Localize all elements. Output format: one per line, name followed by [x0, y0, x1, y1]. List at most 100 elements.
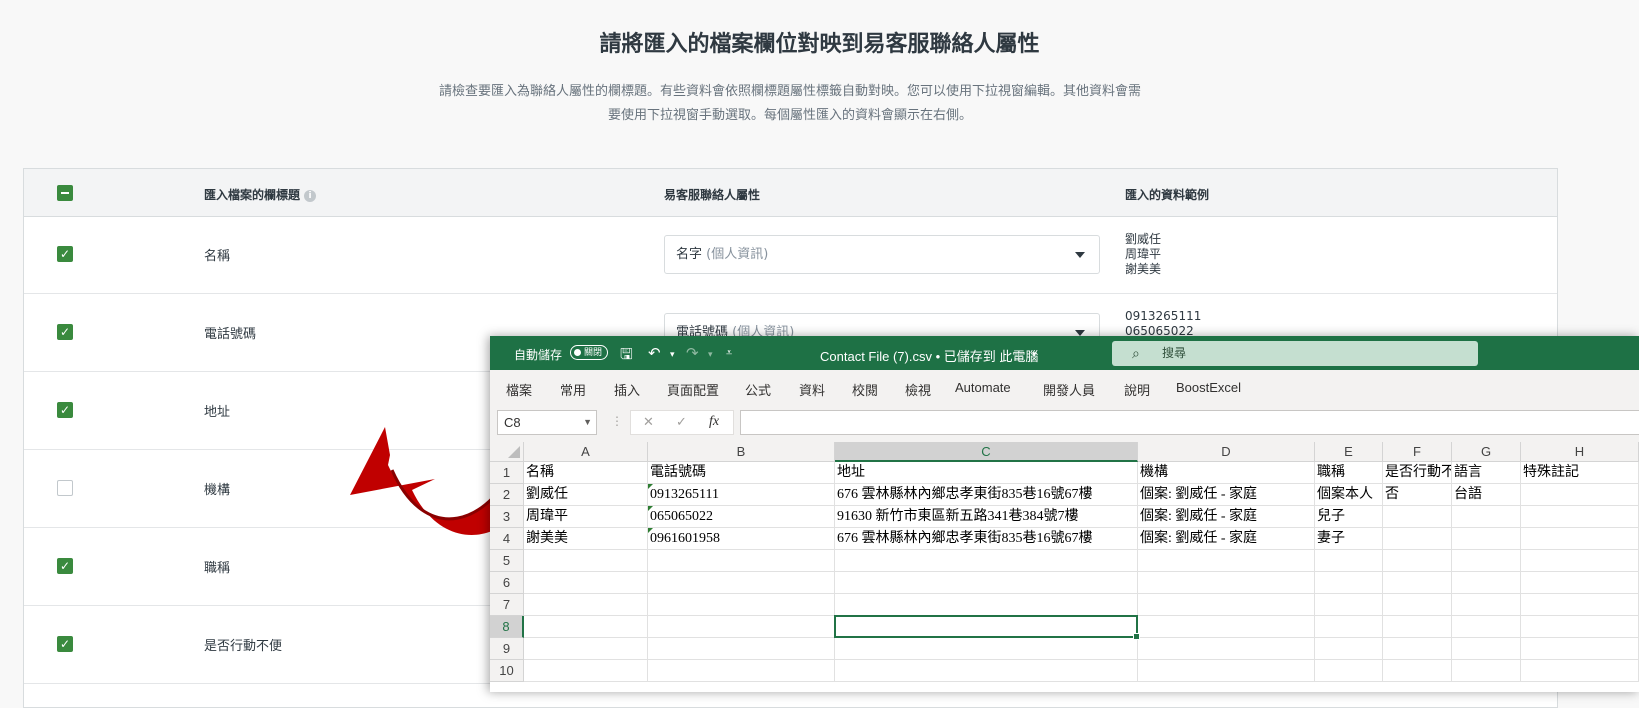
spreadsheet-cell[interactable] [1383, 506, 1452, 528]
spreadsheet-cell[interactable] [1383, 660, 1452, 682]
row-header[interactable]: 3 [490, 506, 524, 528]
spreadsheet-cell[interactable]: 065065022 [648, 506, 835, 528]
spreadsheet-cell[interactable]: 特殊註記 [1521, 462, 1639, 484]
cancel-icon[interactable]: ✕ [643, 414, 654, 430]
spreadsheet-cell[interactable] [1521, 484, 1639, 506]
spreadsheet-cell[interactable] [1138, 550, 1315, 572]
select-all-corner[interactable] [490, 442, 524, 462]
row-checkbox[interactable]: ✓ [57, 402, 73, 418]
spreadsheet-cell[interactable] [1452, 594, 1521, 616]
chevron-down-icon[interactable]: ▼ [583, 411, 592, 434]
tab-home[interactable]: 常用 [560, 380, 586, 399]
spreadsheet-cell[interactable]: 個案: 劉威任 - 家庭 [1138, 528, 1315, 550]
chevron-down-icon[interactable]: ▾ [1032, 349, 1037, 360]
spreadsheet-cell[interactable]: 地址 [835, 462, 1138, 484]
spreadsheet-cell[interactable]: 謝美美 [524, 528, 648, 550]
spreadsheet-cell[interactable] [524, 594, 648, 616]
row-header[interactable]: 10 [490, 660, 524, 682]
formula-input[interactable] [740, 410, 1639, 435]
spreadsheet-cell[interactable] [524, 660, 648, 682]
spreadsheet-cell[interactable]: 個案: 劉威任 - 家庭 [1138, 506, 1315, 528]
spreadsheet-cell[interactable] [1138, 572, 1315, 594]
spreadsheet-cell[interactable] [648, 594, 835, 616]
tab-file[interactable]: 檔案 [506, 380, 532, 399]
spreadsheet-cell[interactable] [1383, 550, 1452, 572]
insert-function-icon[interactable]: fx [709, 414, 719, 430]
attribute-select[interactable]: 名字 (個人資訊) [664, 235, 1100, 274]
spreadsheet-cell[interactable] [1521, 550, 1639, 572]
tab-developer[interactable]: 開發人員 [1043, 380, 1095, 399]
spreadsheet-cell[interactable] [835, 660, 1138, 682]
spreadsheet-cell[interactable]: 0961601958 [648, 528, 835, 550]
row-checkbox[interactable]: ✓ [57, 246, 73, 262]
spreadsheet-cell[interactable] [1315, 594, 1383, 616]
spreadsheet-cell[interactable] [1521, 572, 1639, 594]
column-header-d[interactable]: D [1138, 442, 1315, 462]
chevron-down-icon[interactable]: ▾ [670, 349, 675, 360]
spreadsheet-cell[interactable]: 機構 [1138, 462, 1315, 484]
row-header[interactable]: 6 [490, 572, 524, 594]
spreadsheet-cell[interactable] [1138, 660, 1315, 682]
column-header-e[interactable]: E [1315, 442, 1383, 462]
spreadsheet-cell[interactable] [1521, 506, 1639, 528]
row-header[interactable]: 9 [490, 638, 524, 660]
spreadsheet-cell[interactable] [524, 638, 648, 660]
spreadsheet-cell[interactable] [835, 638, 1138, 660]
spreadsheet-cell[interactable]: 電話號碼 [648, 462, 835, 484]
row-header[interactable]: 4 [490, 528, 524, 550]
spreadsheet-cell[interactable] [1315, 550, 1383, 572]
column-header-f[interactable]: F [1383, 442, 1452, 462]
spreadsheet-cell[interactable] [1521, 616, 1639, 638]
spreadsheet-cell[interactable] [648, 616, 835, 638]
spreadsheet-cell[interactable] [1452, 660, 1521, 682]
info-icon[interactable]: i [304, 190, 317, 202]
spreadsheet-cell[interactable] [835, 572, 1138, 594]
spreadsheet-cell[interactable]: 語言 [1452, 462, 1521, 484]
row-header[interactable]: 1 [490, 462, 524, 484]
spreadsheet-cell[interactable] [1521, 528, 1639, 550]
row-checkbox[interactable]: ✓ [57, 324, 73, 340]
spreadsheet-cell[interactable]: 是否行動不便 [1383, 462, 1452, 484]
spreadsheet-cell[interactable] [1383, 594, 1452, 616]
spreadsheet-cell[interactable] [648, 660, 835, 682]
tab-data[interactable]: 資料 [799, 380, 825, 399]
spreadsheet-cell[interactable] [1315, 660, 1383, 682]
column-header-g[interactable]: G [1452, 442, 1521, 462]
file-title[interactable]: Contact File (7).csv • 已儲存到 此電腦 [820, 346, 1038, 365]
spreadsheet-cell[interactable] [1138, 616, 1315, 638]
spreadsheet-cell[interactable] [1383, 572, 1452, 594]
tab-help[interactable]: 說明 [1124, 380, 1150, 399]
spreadsheet-cell[interactable]: 周瑋平 [524, 506, 648, 528]
spreadsheet-cell[interactable] [835, 550, 1138, 572]
chevron-down-icon[interactable]: ▾ [708, 349, 713, 360]
spreadsheet-cell[interactable] [1138, 594, 1315, 616]
spreadsheet-cell[interactable] [1521, 638, 1639, 660]
spreadsheet-cell[interactable] [1521, 594, 1639, 616]
save-icon[interactable]: 🖫 [620, 344, 633, 369]
spreadsheet-cell[interactable] [1452, 506, 1521, 528]
spreadsheet-cell[interactable] [1521, 660, 1639, 682]
spreadsheet-cell[interactable]: 0913265111 [648, 484, 835, 506]
spreadsheet-cell[interactable] [1452, 550, 1521, 572]
select-all-checkbox[interactable] [57, 185, 73, 201]
spreadsheet-cell[interactable]: 個案: 劉威任 - 家庭 [1138, 484, 1315, 506]
spreadsheet-cell[interactable] [1452, 528, 1521, 550]
more-icon[interactable]: ⋮ [611, 414, 623, 428]
search-input[interactable]: ⌕ 搜尋 [1112, 341, 1478, 366]
row-header[interactable]: 5 [490, 550, 524, 572]
confirm-icon[interactable]: ✓ [676, 414, 687, 430]
spreadsheet-cell[interactable]: 職稱 [1315, 462, 1383, 484]
spreadsheet-cell[interactable] [835, 594, 1138, 616]
spreadsheet-cell[interactable] [648, 638, 835, 660]
name-box[interactable]: C8 ▼ [497, 410, 597, 435]
spreadsheet-cell[interactable]: 否 [1383, 484, 1452, 506]
column-header-c[interactable]: C [835, 442, 1138, 462]
spreadsheet-cell[interactable]: 個案本人 [1315, 484, 1383, 506]
spreadsheet-cell[interactable]: 兒子 [1315, 506, 1383, 528]
column-header-b[interactable]: B [648, 442, 835, 462]
row-checkbox[interactable]: ✓ [57, 636, 73, 652]
spreadsheet-cell[interactable]: 劉威任 [524, 484, 648, 506]
tab-view[interactable]: 檢視 [905, 380, 931, 399]
spreadsheet-cell[interactable] [1452, 638, 1521, 660]
undo-icon[interactable]: ↶ [648, 344, 661, 362]
